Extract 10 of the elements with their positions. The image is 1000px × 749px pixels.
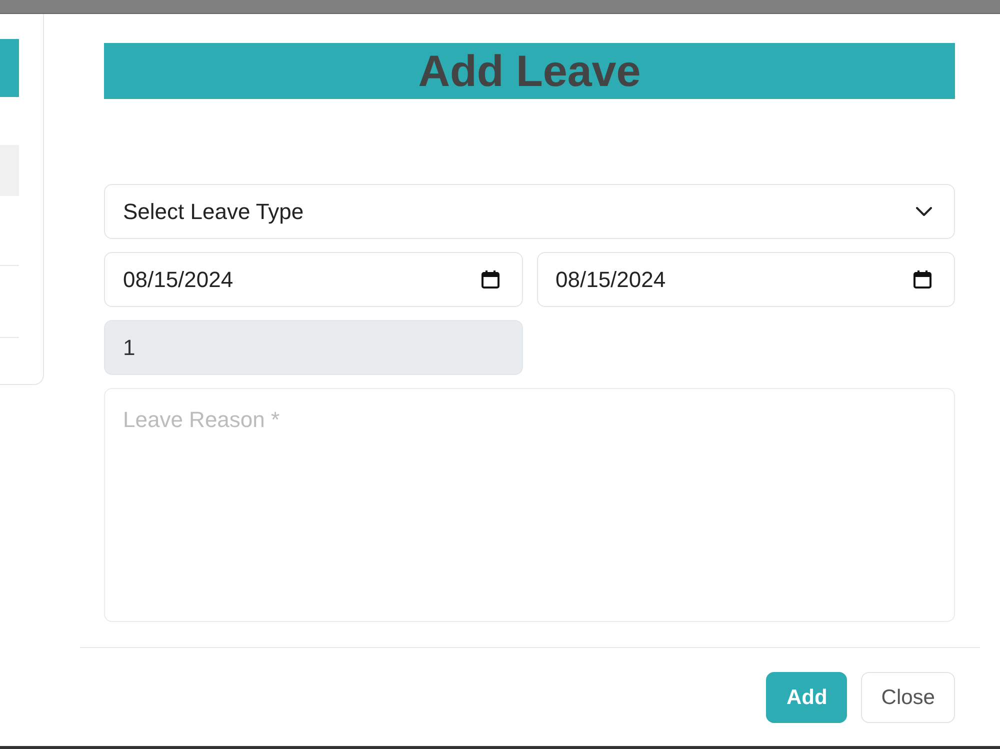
leave-reason-field[interactable]: Leave Reason * xyxy=(104,388,955,622)
calendar-icon[interactable] xyxy=(913,270,932,289)
close-button[interactable]: Close xyxy=(861,672,955,723)
date-field[interactable]: 08/15/2024 xyxy=(536,252,955,307)
calendar-icon[interactable] xyxy=(480,270,500,289)
leave-type-select[interactable]: Select Leave Type xyxy=(104,184,955,239)
date-field[interactable]: 08/15/2024 xyxy=(104,252,522,307)
chevron-down-icon xyxy=(916,207,932,216)
header-strip xyxy=(0,39,19,97)
dialog-title: Add Leave xyxy=(418,50,641,94)
